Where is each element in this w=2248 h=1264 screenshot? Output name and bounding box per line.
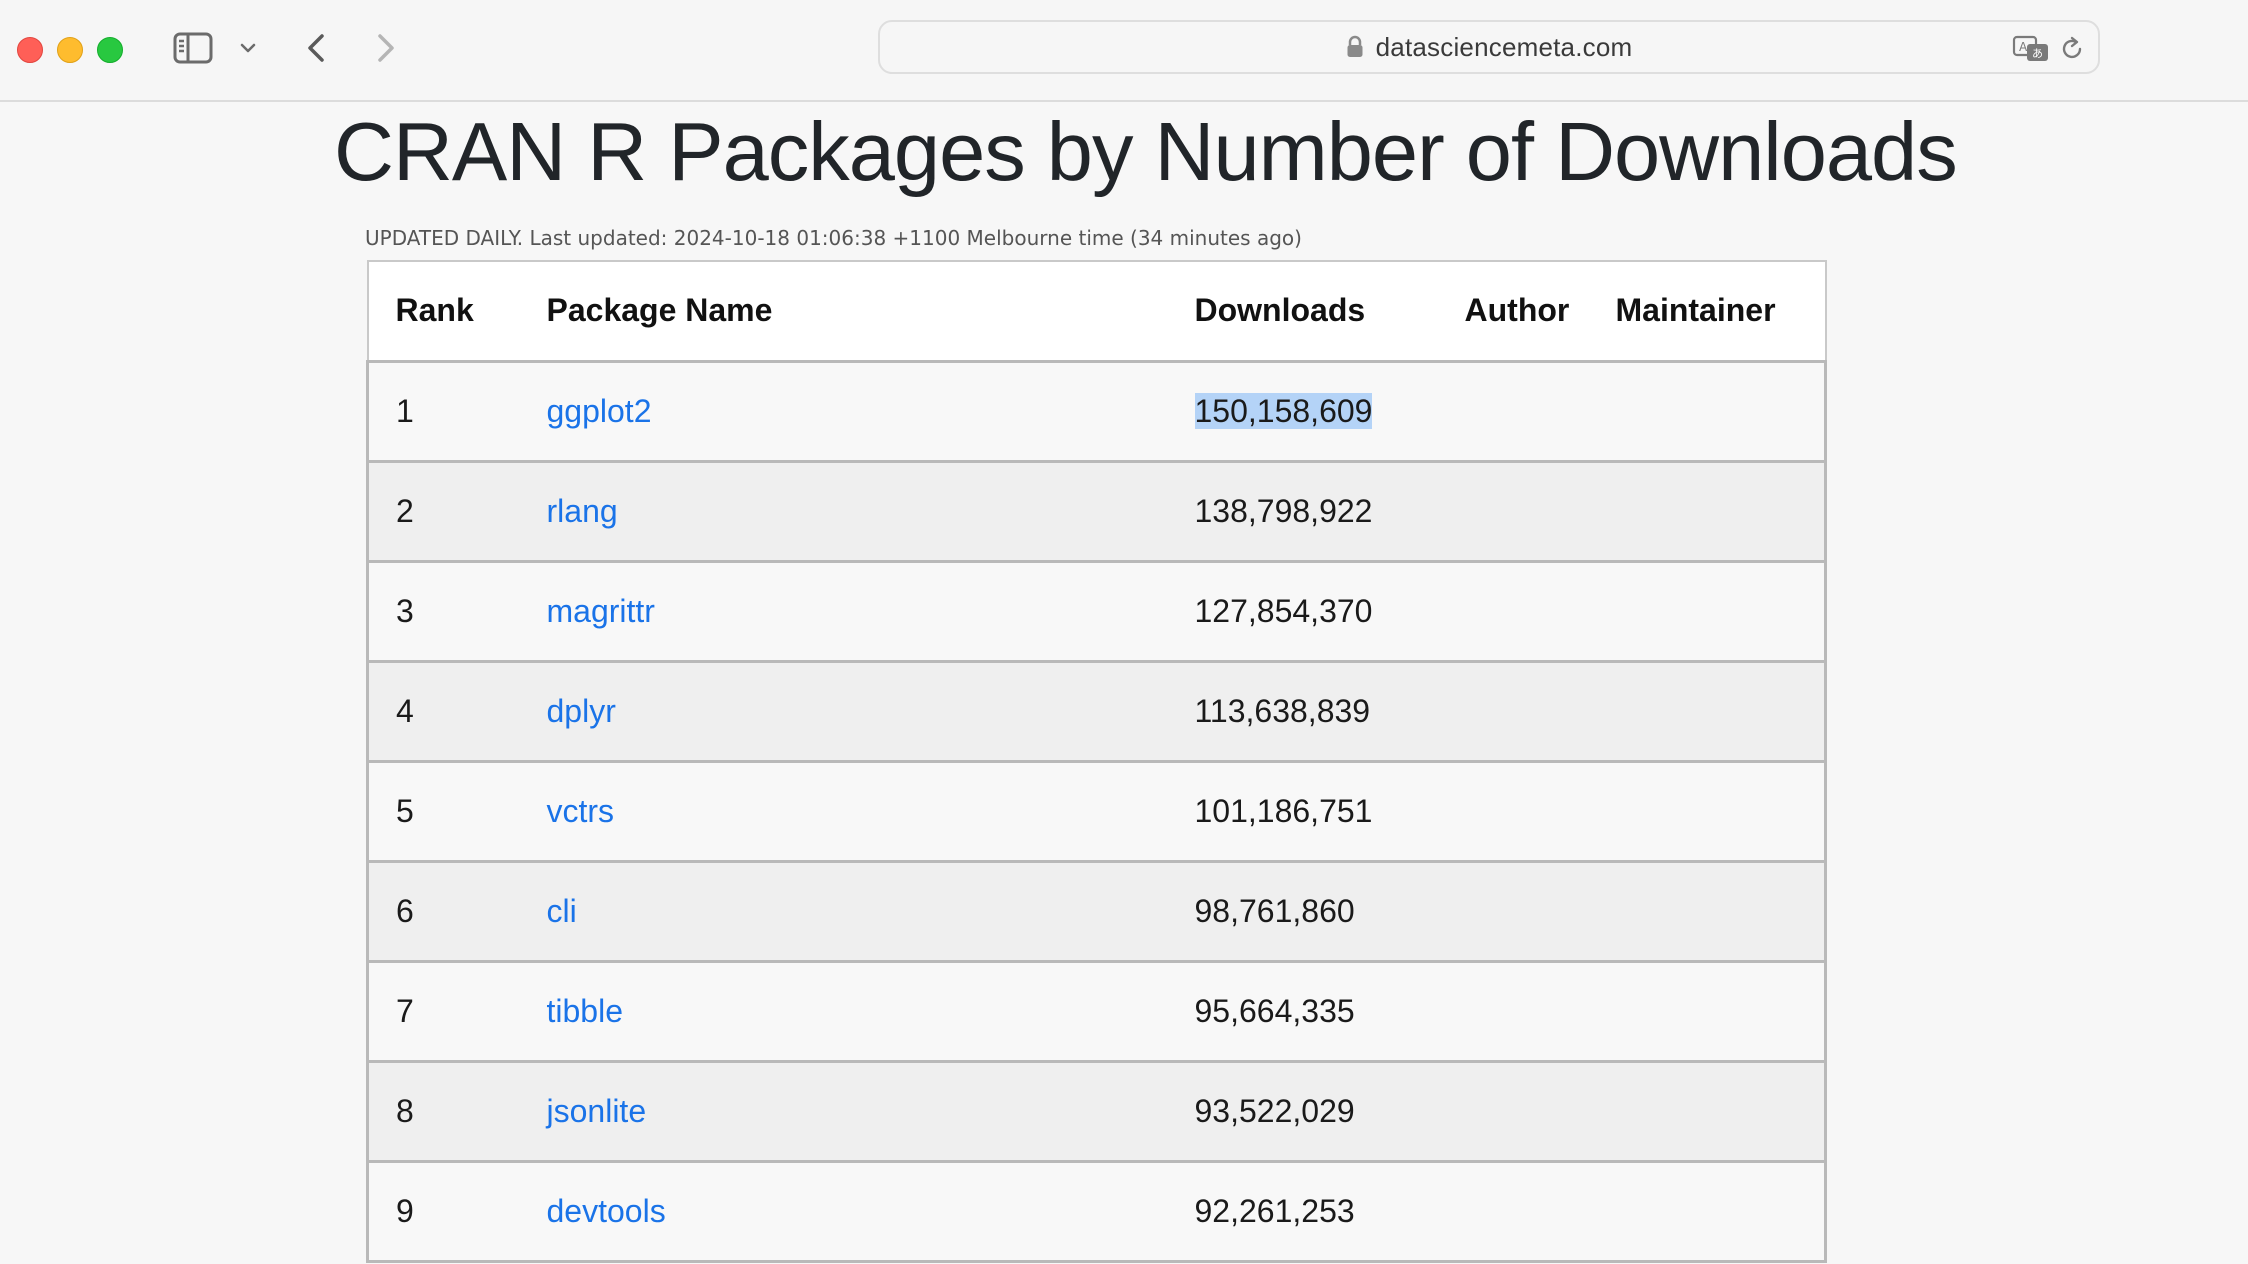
maintainer-cell: [1615, 961, 1827, 1063]
sidebar-toggle-button[interactable]: [172, 30, 214, 66]
table-row: 9 devtools 92,261,253: [366, 1161, 1827, 1263]
package-link[interactable]: magrittr: [547, 593, 655, 629]
back-button[interactable]: [298, 28, 334, 68]
downloads-cell: 138,798,922: [1167, 461, 1438, 563]
lock-icon: [1347, 35, 1363, 57]
svg-text:A: A: [2019, 40, 2028, 54]
package-name-cell: dplyr: [519, 661, 1168, 763]
package-link[interactable]: jsonlite: [547, 1093, 647, 1129]
package-link[interactable]: tibble: [547, 993, 624, 1029]
downloads-cell: 92,261,253: [1167, 1161, 1438, 1263]
package-name-cell: jsonlite: [519, 1061, 1168, 1163]
downloads-cell: 98,761,860: [1167, 861, 1438, 963]
author-cell: [1437, 661, 1616, 763]
browser-toolbar: datasciencemeta.com A あ: [0, 0, 2248, 102]
table-row: 8 jsonlite 93,522,029: [366, 1061, 1827, 1163]
rank-cell: 9: [366, 1161, 520, 1263]
maintainer-cell: [1615, 1161, 1827, 1263]
package-link[interactable]: rlang: [547, 493, 618, 529]
table-row: 1 ggplot2 150,158,609: [366, 359, 1827, 463]
package-link[interactable]: vctrs: [547, 793, 615, 829]
maintainer-cell: [1615, 1061, 1827, 1163]
rank-cell: 2: [366, 461, 520, 563]
maintainer-cell: [1615, 359, 1827, 463]
packages-table: Rank Package Name Downloads Author Maint…: [366, 260, 1827, 1263]
rank-cell: 1: [366, 359, 520, 463]
package-link[interactable]: devtools: [547, 1193, 666, 1229]
table-row: 2 rlang 138,798,922: [366, 461, 1827, 563]
maintainer-cell: [1615, 761, 1827, 863]
table-row: 3 magrittr 127,854,370: [366, 561, 1827, 663]
tab-group-menu-button[interactable]: [236, 36, 260, 60]
address-bar[interactable]: datasciencemeta.com A あ: [878, 20, 2100, 74]
maintainer-cell: [1615, 461, 1827, 563]
maintainer-cell: [1615, 561, 1827, 663]
window-maximize-button[interactable]: [97, 37, 123, 63]
updated-note: UPDATED DAILY. Last updated: 2024-10-18 …: [365, 226, 1302, 250]
author-cell: [1437, 761, 1616, 863]
rank-cell: 4: [366, 661, 520, 763]
packages-table-container: Rank Package Name Downloads Author Maint…: [366, 260, 1827, 1263]
maintainer-cell: [1615, 661, 1827, 763]
author-cell: [1437, 359, 1616, 463]
rank-cell: 3: [366, 561, 520, 663]
reload-icon[interactable]: [2058, 35, 2086, 63]
downloads-cell: 93,522,029: [1167, 1061, 1438, 1163]
package-name-cell: tibble: [519, 961, 1168, 1063]
selected-text: 150,158,609: [1194, 392, 1373, 429]
table-row: 6 cli 98,761,860: [366, 861, 1827, 963]
forward-arrow-icon: [378, 34, 394, 62]
package-name-cell: devtools: [519, 1161, 1168, 1263]
window-minimize-button[interactable]: [57, 37, 83, 63]
header-downloads[interactable]: Downloads: [1167, 260, 1438, 362]
package-name-cell: vctrs: [519, 761, 1168, 863]
author-cell: [1437, 561, 1616, 663]
header-author[interactable]: Author: [1437, 260, 1616, 362]
svg-text:あ: あ: [2032, 47, 2043, 60]
package-link[interactable]: ggplot2: [547, 393, 652, 429]
maintainer-cell: [1615, 861, 1827, 963]
author-cell: [1437, 861, 1616, 963]
window-close-button[interactable]: [17, 37, 43, 63]
rank-cell: 8: [366, 1061, 520, 1163]
chevron-down-icon: [240, 43, 256, 53]
package-name-cell: ggplot2: [519, 359, 1168, 463]
back-arrow-icon: [308, 34, 324, 62]
package-link[interactable]: dplyr: [547, 693, 616, 729]
table-row: 4 dplyr 113,638,839: [366, 661, 1827, 763]
header-maintainer[interactable]: Maintainer: [1615, 260, 1827, 362]
package-name-cell: rlang: [519, 461, 1168, 563]
rank-cell: 7: [366, 961, 520, 1063]
downloads-cell: 150,158,609: [1167, 359, 1438, 463]
table-row: 7 tibble 95,664,335: [366, 961, 1827, 1063]
sidebar-icon: [173, 32, 213, 64]
page-title: CRAN R Packages by Number of Downloads: [334, 105, 1958, 198]
forward-button[interactable]: [368, 28, 404, 68]
translate-icon[interactable]: A あ: [2012, 34, 2050, 64]
author-cell: [1437, 1061, 1616, 1163]
table-row: 5 vctrs 101,186,751: [366, 761, 1827, 863]
page-content: CRAN R Packages by Number of Downloads U…: [0, 102, 2248, 1264]
package-name-cell: magrittr: [519, 561, 1168, 663]
header-rank[interactable]: Rank: [366, 260, 520, 362]
table-header-row: Rank Package Name Downloads Author Maint…: [366, 260, 1827, 362]
package-name-cell: cli: [519, 861, 1168, 963]
rank-cell: 6: [366, 861, 520, 963]
downloads-cell: 101,186,751: [1167, 761, 1438, 863]
author-cell: [1437, 1161, 1616, 1263]
url-text: datasciencemeta.com: [1375, 31, 1633, 62]
rank-cell: 5: [366, 761, 520, 863]
downloads-cell: 113,638,839: [1167, 661, 1438, 763]
downloads-cell: 127,854,370: [1167, 561, 1438, 663]
package-link[interactable]: cli: [547, 893, 577, 929]
author-cell: [1437, 961, 1616, 1063]
header-package-name[interactable]: Package Name: [519, 260, 1168, 362]
downloads-cell: 95,664,335: [1167, 961, 1438, 1063]
author-cell: [1437, 461, 1616, 563]
